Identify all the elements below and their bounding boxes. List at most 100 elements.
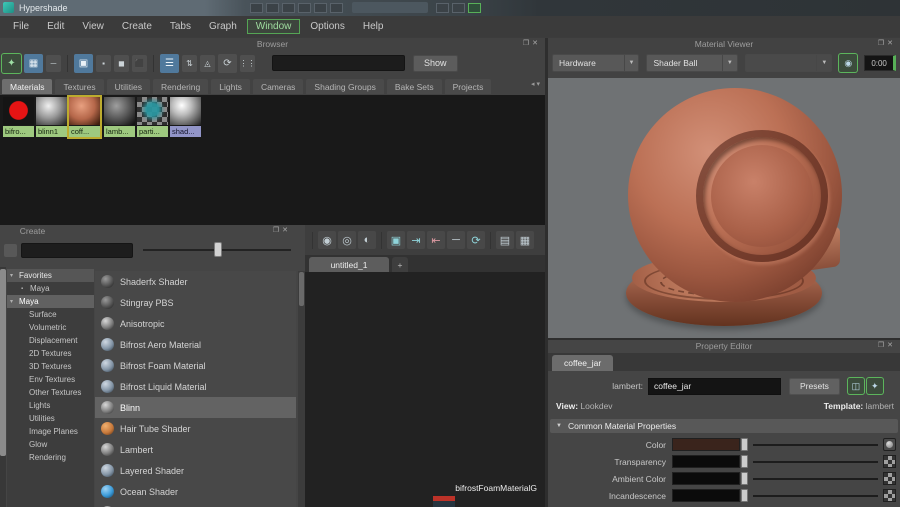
tab-projects[interactable]: Projects xyxy=(445,79,492,94)
tab-utilities[interactable]: Utilities xyxy=(107,79,150,94)
browser-search-input[interactable] xyxy=(272,55,405,71)
view-label[interactable]: View: xyxy=(556,401,578,411)
small-swatch-icon[interactable]: ▪ xyxy=(96,55,111,72)
material-node[interactable] xyxy=(433,496,455,507)
tab-materials[interactable]: Materials xyxy=(2,79,52,94)
map-texture-icon[interactable] xyxy=(883,472,896,485)
panel-close-icon[interactable]: ✕ xyxy=(887,40,896,47)
show-in-lookdev-icon[interactable]: ✦ xyxy=(867,378,883,394)
slider-track[interactable] xyxy=(753,478,878,480)
node-type-item[interactable]: Bifrost Foam Material xyxy=(95,355,296,376)
material-swatch[interactable]: shad... xyxy=(170,97,201,137)
material-tab-coffee-jar[interactable]: coffee_jar xyxy=(552,355,613,371)
material-swatch-selected[interactable]: coff... xyxy=(69,97,100,137)
snapshot-icon[interactable]: ◉ xyxy=(839,54,857,72)
tree-item-volumetric[interactable]: Volumetric xyxy=(7,321,94,334)
tree-item-glow[interactable]: Glow xyxy=(7,438,94,451)
tree-item-favorites[interactable]: ▾Favorites xyxy=(7,269,94,282)
panel-float-icon[interactable]: ❐ xyxy=(878,342,887,349)
map-connected-icon[interactable] xyxy=(883,438,896,451)
slider-track[interactable] xyxy=(753,444,878,446)
titlebar-icon[interactable] xyxy=(314,3,327,13)
panel-float-icon[interactable]: ❐ xyxy=(878,40,887,47)
node-type-item[interactable]: Hair Tube Shader xyxy=(95,418,296,439)
material-swatch[interactable]: lamb... xyxy=(104,97,135,137)
environment-dropdown[interactable]: ▼ xyxy=(745,54,832,72)
workspace-tab[interactable]: untitled_1 xyxy=(309,257,389,272)
menu-tabs[interactable]: Tabs xyxy=(161,19,200,34)
geometry-dropdown[interactable]: Shader Ball▼ xyxy=(646,54,737,72)
layout-rows-icon[interactable]: ▤ xyxy=(496,231,514,249)
grid-layout-icon[interactable]: ▣ xyxy=(74,54,93,73)
node-type-item[interactable]: Shaderfx Shader xyxy=(95,271,296,292)
tree-item-lights[interactable]: Lights xyxy=(7,399,94,412)
slider-handle[interactable] xyxy=(741,438,748,451)
titlebar-icon[interactable] xyxy=(330,3,343,13)
material-swatch[interactable]: blinn1 xyxy=(36,97,67,137)
layout-grid-icon[interactable]: ▦ xyxy=(516,231,534,249)
material-swatch[interactable]: bifro... xyxy=(3,97,34,137)
tab-textures[interactable]: Textures xyxy=(55,79,103,94)
tab-shading-groups[interactable]: Shading Groups xyxy=(306,79,383,94)
material-swatch[interactable]: parti... xyxy=(137,97,168,137)
titlebar-icon-active[interactable] xyxy=(468,3,481,13)
toggle-create-panel-icon[interactable]: ✦ xyxy=(2,54,21,73)
titlebar-icon[interactable] xyxy=(282,3,295,13)
show-in-attribute-editor-icon[interactable]: ◫ xyxy=(848,378,864,394)
swatch-size-slider[interactable] xyxy=(143,242,291,258)
node-graph-canvas[interactable]: bifrostFoamMaterialG xyxy=(305,272,545,507)
expander-icon[interactable]: ▾ xyxy=(10,298,19,305)
input-output-connections-icon[interactable]: ◎ xyxy=(338,231,356,249)
slider-handle[interactable] xyxy=(214,242,222,257)
node-type-item[interactable]: Bifrost Aero Material xyxy=(95,334,296,355)
menu-graph[interactable]: Graph xyxy=(200,19,246,34)
tab-bake-sets[interactable]: Bake Sets xyxy=(387,79,442,94)
tree-item-image-planes[interactable]: Image Planes xyxy=(7,425,94,438)
menu-file[interactable]: File xyxy=(4,19,38,34)
slider-handle[interactable] xyxy=(741,455,748,468)
add-tab-button[interactable]: + xyxy=(392,257,408,272)
color-swatch[interactable] xyxy=(672,489,740,502)
map-texture-icon[interactable] xyxy=(883,455,896,468)
list-view-icon[interactable]: ☰ xyxy=(160,54,179,73)
minus-icon[interactable]: ─ xyxy=(46,55,61,72)
node-type-item[interactable]: Anisotropic xyxy=(95,313,296,334)
node-type-item[interactable]: Bifrost Liquid Material xyxy=(95,376,296,397)
menu-options[interactable]: Options xyxy=(301,19,353,34)
panel-float-icon[interactable]: ❐ xyxy=(523,40,532,47)
create-search-input[interactable] xyxy=(21,243,133,258)
create-filter-icon[interactable] xyxy=(4,244,17,257)
menu-view[interactable]: View xyxy=(73,19,113,34)
map-texture-icon[interactable] xyxy=(883,489,896,502)
renderer-dropdown[interactable]: Hardware▼ xyxy=(552,54,639,72)
filter-icon[interactable]: ◬ xyxy=(200,55,215,72)
panel-close-icon[interactable]: ✕ xyxy=(887,342,896,349)
tree-item-utilities[interactable]: Utilities xyxy=(7,412,94,425)
titlebar-icon[interactable] xyxy=(452,3,465,13)
create-tree-scrollbar[interactable] xyxy=(0,267,6,507)
node-type-item[interactable]: Ocean Shader xyxy=(95,481,296,502)
common-material-properties-section[interactable]: ▼ Common Material Properties xyxy=(550,419,898,433)
slider-handle[interactable] xyxy=(741,472,748,485)
tab-list-icon[interactable]: ▾ xyxy=(536,81,542,88)
menu-help[interactable]: Help xyxy=(354,19,393,34)
refresh-swatches-icon[interactable]: ⟳ xyxy=(218,54,237,73)
tree-item-displacement[interactable]: Displacement xyxy=(7,334,94,347)
node-type-item-selected[interactable]: Blinn xyxy=(95,397,296,418)
tab-rendering[interactable]: Rendering xyxy=(153,79,208,94)
material-viewer-viewport[interactable] xyxy=(548,78,900,338)
section-collapse-icon[interactable]: ▼ xyxy=(556,423,562,429)
color-swatch[interactable] xyxy=(672,472,740,485)
tree-item-other-textures[interactable]: Other Textures xyxy=(7,386,94,399)
tree-item-env-textures[interactable]: Env Textures xyxy=(7,373,94,386)
clear-graph-icon[interactable]: ─ xyxy=(447,231,465,249)
node-type-item[interactable]: Layered Shader xyxy=(95,460,296,481)
view-value[interactable]: Lookdev xyxy=(580,401,612,411)
expander-icon[interactable]: ▾ xyxy=(10,272,19,279)
color-swatch[interactable] xyxy=(672,438,740,451)
tab-cameras[interactable]: Cameras xyxy=(253,79,303,94)
color-swatch[interactable] xyxy=(672,455,740,468)
input-connections-icon[interactable]: ◉ xyxy=(318,231,336,249)
titlebar-icon[interactable] xyxy=(436,3,449,13)
node-type-item[interactable]: Stingray PBS xyxy=(95,292,296,313)
